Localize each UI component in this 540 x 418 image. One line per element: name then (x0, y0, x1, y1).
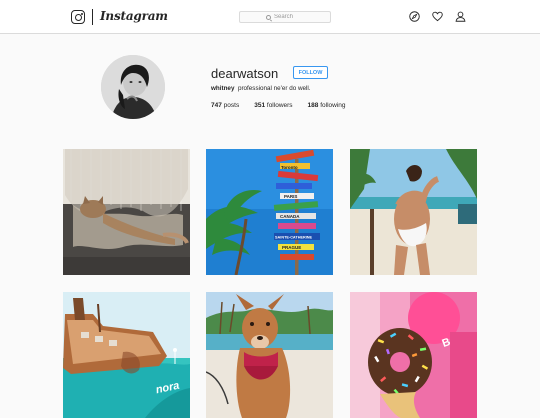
post-tile-beach[interactable] (350, 149, 477, 275)
sign-toronto: Toronto (281, 165, 298, 170)
profile-person-icon[interactable] (455, 11, 466, 22)
profile-bio: whitney professional ne'er do well. (211, 85, 311, 92)
profile-avatar[interactable] (101, 55, 165, 119)
sign-sainte-catherine: SAINTE-CATHERINE (275, 236, 313, 240)
activity-heart-icon[interactable] (432, 11, 443, 22)
profile-stats: 747 posts 351 followers 188 following (211, 102, 346, 109)
instagram-camera-icon[interactable] (71, 10, 85, 24)
post-tile-signpost[interactable]: Toronto PARIS CANADA SAINTE-CATHERINE PR… (206, 149, 333, 275)
followers-count[interactable]: 351 followers (254, 102, 292, 109)
following-count[interactable]: 188 following (308, 102, 346, 109)
profile-bio-text: professional ne'er do well. (237, 85, 311, 92)
search-input[interactable] (274, 14, 304, 20)
search-box[interactable] (239, 11, 331, 23)
follow-button[interactable]: FOLLOW (293, 66, 328, 79)
search-icon (266, 14, 271, 20)
post-tile-dog[interactable] (206, 292, 333, 418)
post-tile-shipwreck[interactable]: nora (63, 292, 190, 418)
profile-display-name: whitney (211, 85, 235, 92)
instagram-wordmark[interactable]: Instagram (100, 9, 168, 23)
explore-compass-icon[interactable] (409, 11, 420, 22)
sign-prague: PRAGUE (282, 245, 301, 250)
post-tile-donut[interactable]: BAR (350, 292, 477, 418)
post-tile-cat[interactable] (63, 149, 190, 275)
top-navigation-bar: Instagram (0, 0, 540, 34)
sign-paris: PARIS (284, 194, 297, 199)
posts-count[interactable]: 747 posts (211, 102, 239, 109)
profile-username: dearwatson (211, 66, 279, 81)
logo-divider (92, 9, 93, 25)
sign-canada: CANADA (280, 214, 300, 219)
